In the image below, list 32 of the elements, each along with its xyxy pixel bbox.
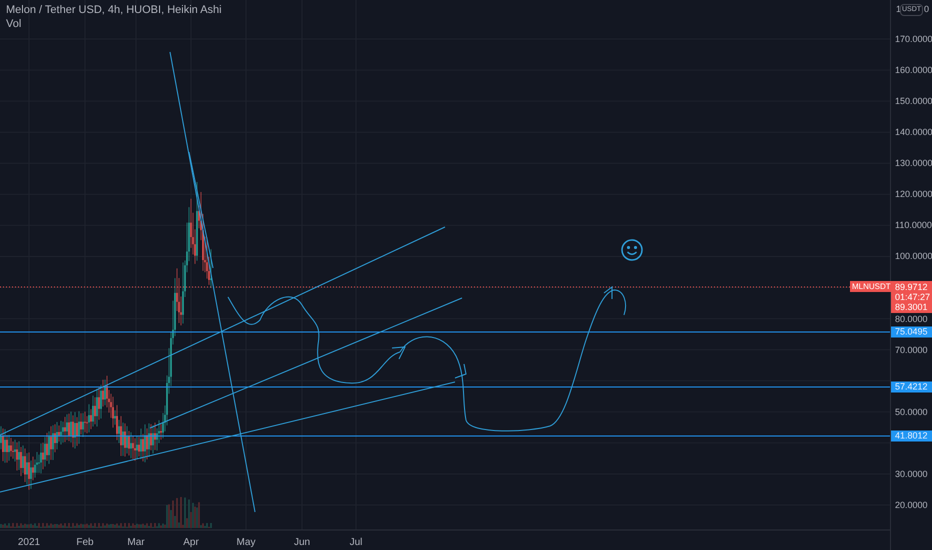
axis-label: 120.0000 <box>895 189 932 200</box>
axis-label: 170.0000 <box>895 34 932 44</box>
time-axis-label: 2021 <box>18 536 40 550</box>
time-axis-label: Apr <box>183 536 199 550</box>
bar-countdown: 01:47:27 <box>895 292 932 302</box>
axis-label: 80.0000 <box>895 314 928 324</box>
last-price: 89.9712 <box>895 282 929 292</box>
axis-label: 30.0000 <box>895 468 928 479</box>
time-axis-label: Mar <box>127 536 145 550</box>
axis-label: 140.0000 <box>895 127 932 138</box>
level-price-tag: 41.8012 <box>891 430 932 442</box>
level-price-tag: 75.0495 <box>891 326 932 338</box>
time-axis-label: Feb <box>76 536 94 550</box>
axis-label: 110.0000 <box>895 220 932 230</box>
symbol-tag: MLNUSDT <box>850 281 893 292</box>
axis-label: 160.0000 <box>895 65 932 76</box>
axis-label: 1 <box>896 3 902 16</box>
axis-label: 130.0000 <box>895 158 932 168</box>
axis-label: 0 <box>924 3 930 15</box>
axis-label: 20.0000 <box>895 500 928 510</box>
time-axis-label: May <box>236 536 256 550</box>
chart-legend-title: Melon / Tether USD, 4h, HUOBI, Heikin Ashi <box>6 3 222 17</box>
axis-label: 70.0000 <box>895 344 928 355</box>
smiley-icon <box>620 238 644 262</box>
time-axis-label: Jun <box>294 536 310 550</box>
volume-legend: Vol <box>6 17 222 31</box>
axis-label: 100.0000 <box>895 251 932 262</box>
level-price-tag: 57.4212 <box>891 382 932 392</box>
close-price-tag: 89.3001 <box>891 302 932 313</box>
time-axis-label: Jul <box>350 536 362 550</box>
axis-label: 150.0000 <box>895 96 932 106</box>
axis-label: 50.0000 <box>895 406 928 417</box>
